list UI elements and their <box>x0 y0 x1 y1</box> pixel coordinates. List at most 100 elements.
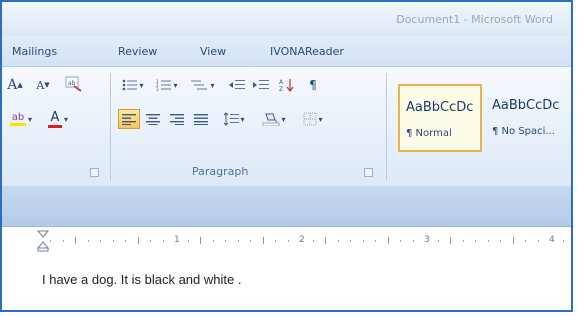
style-preview: AaBbCcDc <box>492 98 560 113</box>
ruler-dot <box>525 240 526 242</box>
ruler-dot <box>63 240 64 242</box>
font-dialog-launcher-icon[interactable] <box>90 168 99 177</box>
bullets-icon <box>123 79 138 91</box>
ruler-dot <box>350 240 351 242</box>
ruler-dot <box>88 240 89 242</box>
align-center-button[interactable] <box>142 109 164 129</box>
borders-icon <box>303 112 317 126</box>
font-color-button[interactable]: A ▾ <box>42 109 74 129</box>
multilevel-list-button[interactable]: ▾ <box>186 75 220 95</box>
document-text[interactable]: I have a dog. It is black and white . <box>42 272 241 287</box>
align-right-button[interactable] <box>166 109 188 129</box>
ruler-dot <box>413 240 414 242</box>
ribbon-bottom-strip <box>2 186 571 226</box>
chevron-down-icon: ▾ <box>210 80 215 90</box>
ruler-dot <box>225 240 226 242</box>
ruler-dot <box>288 240 289 242</box>
indent-marker-icon[interactable] <box>37 230 49 252</box>
shrink-font-button[interactable]: A ▼ <box>32 75 54 95</box>
ruler-dot <box>213 240 214 242</box>
numbering-icon: 123 <box>156 79 172 91</box>
borders-button[interactable]: ▾ <box>296 109 330 129</box>
ruler-number: 3 <box>424 235 430 245</box>
decrease-indent-icon <box>229 80 245 89</box>
ruler-dot <box>500 240 501 242</box>
clear-formatting-button[interactable]: ab <box>62 73 86 95</box>
align-left-button[interactable] <box>118 109 140 129</box>
align-left-icon <box>122 114 136 125</box>
tab-view[interactable]: View <box>200 45 226 58</box>
style-preview: AaBbCcDc <box>406 100 474 115</box>
ruler-dot <box>563 240 564 242</box>
shading-button[interactable]: ▾ <box>256 109 292 129</box>
bullets-button[interactable]: ▾ <box>118 75 148 95</box>
ruler-dot <box>113 240 114 242</box>
ruler-tick <box>325 237 326 244</box>
chevron-down-icon: ▾ <box>27 114 32 124</box>
grow-font-button[interactable]: A ▲ <box>4 75 26 95</box>
ruler-dot <box>400 240 401 242</box>
chevron-down-icon: ▾ <box>281 114 286 124</box>
ruler-tick <box>513 237 514 244</box>
ruler-dot <box>250 240 251 242</box>
shading-icon <box>262 113 280 126</box>
tab-review[interactable]: Review <box>118 45 157 58</box>
increase-indent-icon <box>253 80 269 89</box>
ribbon: A ▲ A ▼ ab ab ▾ A ▾ ▾ 1 2 3 ▾ ▾ A Z ¶ ▾ … <box>2 66 571 187</box>
chevron-down-icon: ▾ <box>139 80 144 90</box>
justify-button[interactable] <box>190 109 212 129</box>
sort-button[interactable]: AZ <box>276 75 298 95</box>
svg-text:3: 3 <box>156 87 159 91</box>
decrease-indent-button[interactable] <box>226 75 248 95</box>
ruler-tick <box>450 237 451 244</box>
ruler-number: 2 <box>299 235 305 245</box>
shrink-font-icon: A <box>36 78 45 92</box>
ruler-dot <box>100 240 101 242</box>
chevron-down-icon: ▾ <box>173 80 178 90</box>
ruler-dot <box>313 240 314 242</box>
tab-mailings[interactable]: Mailings <box>12 45 57 58</box>
horizontal-ruler[interactable]: 1 2 3 4 <box>2 226 571 256</box>
title-bar: Document1 - Microsoft Word <box>2 2 571 36</box>
justify-icon <box>194 114 208 125</box>
ruler-dot <box>488 240 489 242</box>
chevron-down-icon: ▾ <box>63 114 68 124</box>
ribbon-tabs: Mailings Review View IVONAReader <box>2 36 571 66</box>
style-name: ¶ No Spaci... <box>492 126 555 137</box>
increase-indent-button[interactable] <box>250 75 272 95</box>
paragraph-dialog-launcher-icon[interactable] <box>364 168 373 177</box>
ruler-dot <box>238 240 239 242</box>
ruler-dot <box>150 240 151 242</box>
ruler-dot <box>475 240 476 242</box>
style-no-spacing[interactable]: AaBbCcDc ¶ No Spaci... <box>486 84 571 152</box>
ruler-tick <box>388 237 389 244</box>
chevron-down-icon: ▾ <box>318 114 323 124</box>
ruler-dot <box>438 240 439 242</box>
ruler-dot <box>125 240 126 242</box>
ruler-dot <box>463 240 464 242</box>
document-text-content: I have a dog. It is black and white . <box>42 272 242 287</box>
paragraph-group-label: Paragraph <box>192 165 249 178</box>
align-right-icon <box>170 114 184 125</box>
ruler-tick <box>263 237 264 244</box>
window-title: Document1 - Microsoft Word <box>396 13 553 26</box>
word-window: Document1 - Microsoft Word Mailings Revi… <box>0 0 573 312</box>
ruler-dot <box>163 240 164 242</box>
sort-icon: AZ <box>279 79 294 92</box>
tab-ivonareader[interactable]: IVONAReader <box>270 45 344 58</box>
clear-formatting-icon: ab <box>65 76 82 92</box>
svg-text:Z: Z <box>279 86 283 92</box>
line-spacing-button[interactable]: ▾ <box>218 109 250 129</box>
document-page[interactable]: I have a dog. It is black and white . <box>2 254 571 310</box>
style-normal[interactable]: AaBbCcDc ¶ Normal <box>398 84 482 152</box>
show-formatting-button[interactable]: ¶ <box>302 75 324 95</box>
ruler-number: 1 <box>174 235 180 245</box>
line-spacing-icon <box>224 112 240 126</box>
grow-font-icon: A <box>7 77 18 93</box>
ruler-dot <box>538 240 539 242</box>
ruler-dot <box>338 240 339 242</box>
font-color-icon: A <box>47 110 62 128</box>
highlight-button[interactable]: ab ▾ <box>4 109 38 129</box>
numbering-button[interactable]: 123 ▾ <box>152 75 182 95</box>
ruler-tick <box>138 237 139 244</box>
